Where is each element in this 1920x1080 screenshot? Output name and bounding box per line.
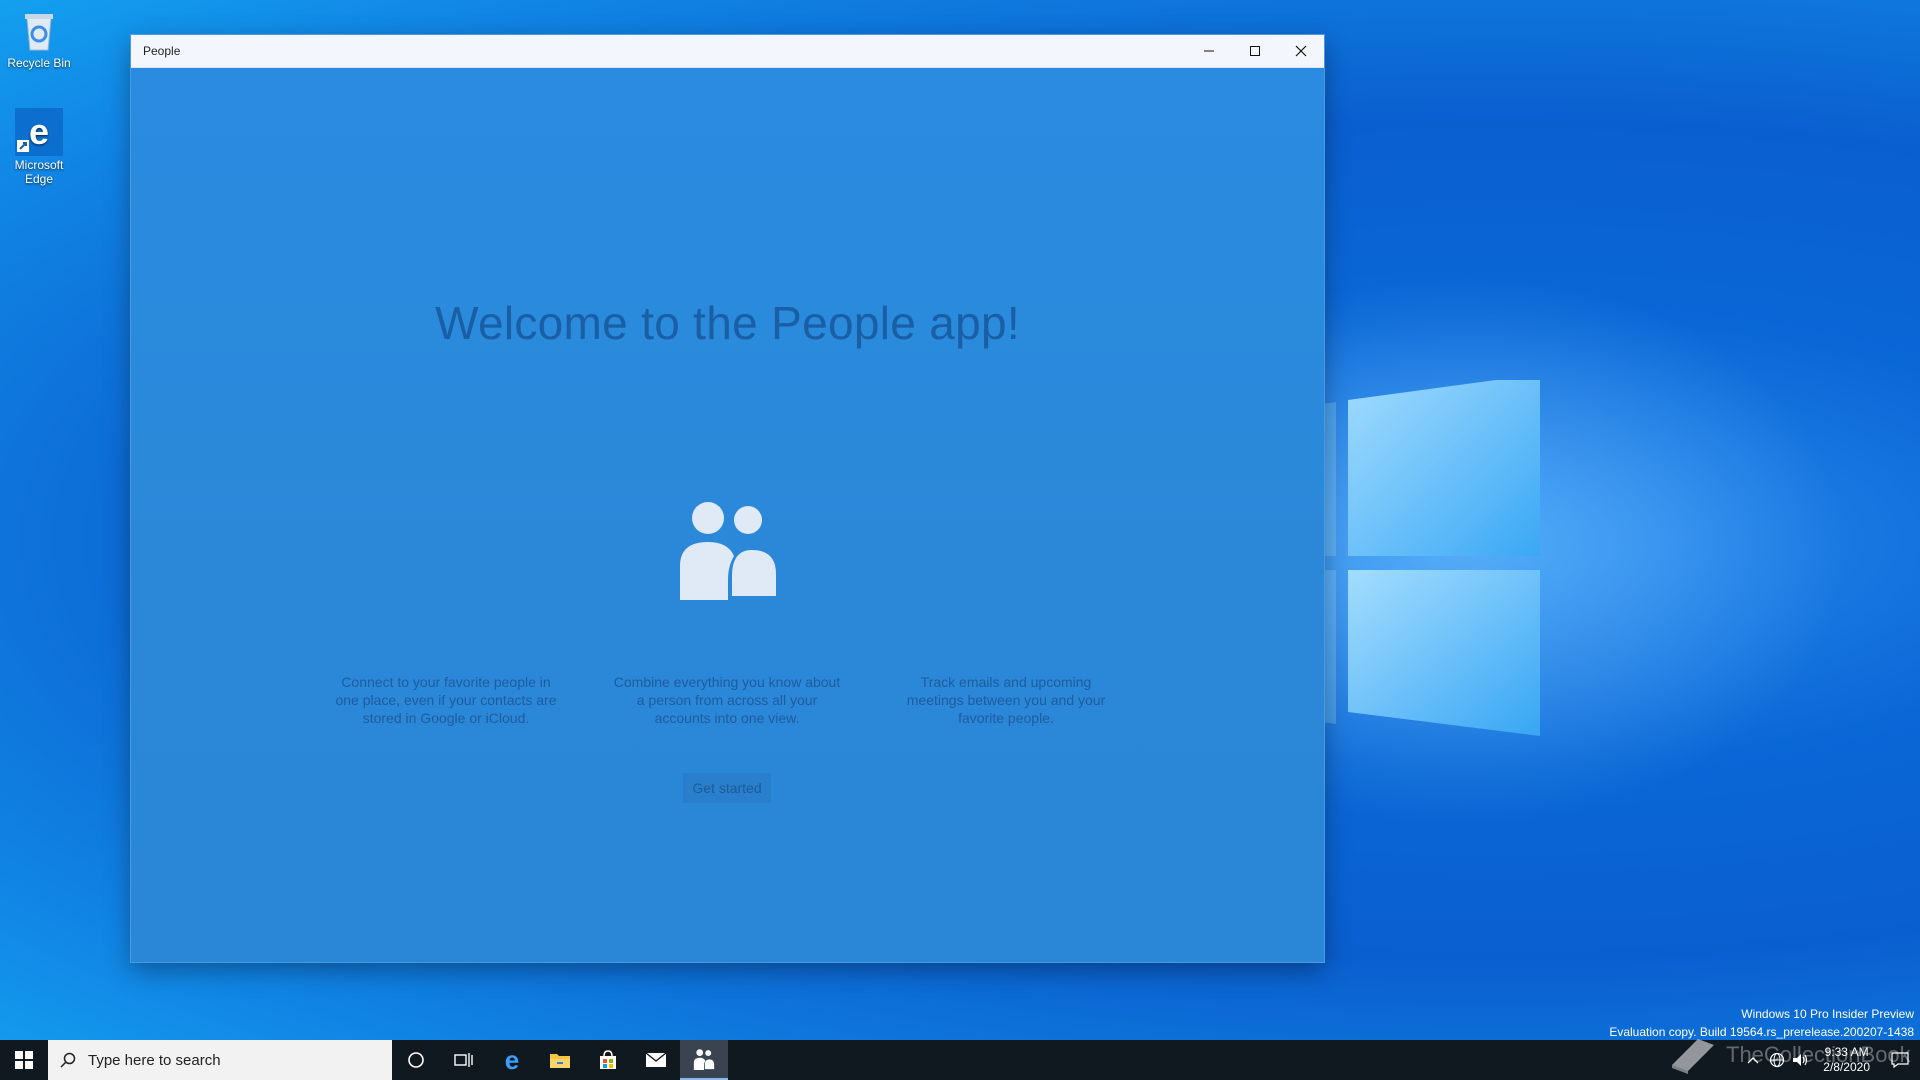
search-placeholder: Type here to search xyxy=(88,1051,221,1069)
welcome-heading: Welcome to the People app! xyxy=(435,297,1020,349)
feature-track-text: Track emails and upcoming meetings betwe… xyxy=(906,674,1106,726)
people-app-window[interactable]: People Welcome to the People app! Connec… xyxy=(131,35,1324,962)
window-title: People xyxy=(143,44,181,58)
taskbar-file-explorer-button[interactable] xyxy=(536,1040,584,1080)
watermark-edition: Windows 10 Pro Insider Preview xyxy=(1741,1007,1914,1021)
desktop-icon-label: Recycle Bin xyxy=(7,56,71,70)
store-icon xyxy=(600,1050,616,1069)
book-icon xyxy=(1672,1039,1714,1074)
taskbar-search-box[interactable]: Type here to search xyxy=(48,1040,392,1080)
start-button[interactable] xyxy=(0,1040,48,1080)
windows-start-icon xyxy=(15,1051,33,1069)
people-icon xyxy=(693,1049,715,1070)
taskbar-mail-button[interactable] xyxy=(632,1040,680,1080)
close-icon xyxy=(1295,45,1307,57)
edge-icon: e xyxy=(504,1045,520,1075)
get-started-button[interactable]: Get started xyxy=(683,773,771,803)
close-button[interactable] xyxy=(1278,35,1324,67)
desktop-icon-recycle-bin[interactable]: Recycle Bin xyxy=(0,6,78,70)
maximize-icon xyxy=(1250,46,1260,56)
taskbar-people-button[interactable] xyxy=(680,1040,728,1080)
mail-icon xyxy=(645,1052,667,1067)
file-explorer-icon xyxy=(550,1054,570,1068)
edge-icon: e xyxy=(15,108,63,156)
taskbar-edge-button[interactable]: e xyxy=(488,1040,536,1080)
minimize-button[interactable] xyxy=(1186,35,1232,67)
maximize-button[interactable] xyxy=(1232,35,1278,67)
feature-combine-text: Combine everything you know about a pers… xyxy=(613,674,841,726)
recycle-bin-icon xyxy=(15,6,63,54)
task-view-icon xyxy=(454,1053,473,1067)
taskbar: Type here to search e 9:33 AM 2/8/2020 xyxy=(0,1040,1920,1080)
svg-text:e: e xyxy=(29,111,49,152)
task-view-button[interactable] xyxy=(440,1040,488,1080)
overlay-watermark: TheCollectionBook xyxy=(1668,1035,1911,1075)
window-titlebar[interactable]: People xyxy=(131,35,1324,68)
taskbar-store-button[interactable] xyxy=(584,1040,632,1080)
cortana-icon xyxy=(408,1052,424,1068)
minimize-icon xyxy=(1204,50,1214,52)
desktop-icon-label: Microsoft Edge xyxy=(14,158,64,186)
overlay-watermark-text: TheCollectionBook xyxy=(1726,1042,1911,1067)
search-icon xyxy=(60,1052,76,1068)
cortana-button[interactable] xyxy=(392,1040,440,1080)
desktop-icon-edge[interactable]: e Microsoft Edge xyxy=(0,108,78,186)
app-content: Welcome to the People app! Connect to yo… xyxy=(131,68,1324,962)
people-icon xyxy=(680,502,776,600)
feature-connect-text: Connect to your favorite people in one p… xyxy=(335,674,557,726)
